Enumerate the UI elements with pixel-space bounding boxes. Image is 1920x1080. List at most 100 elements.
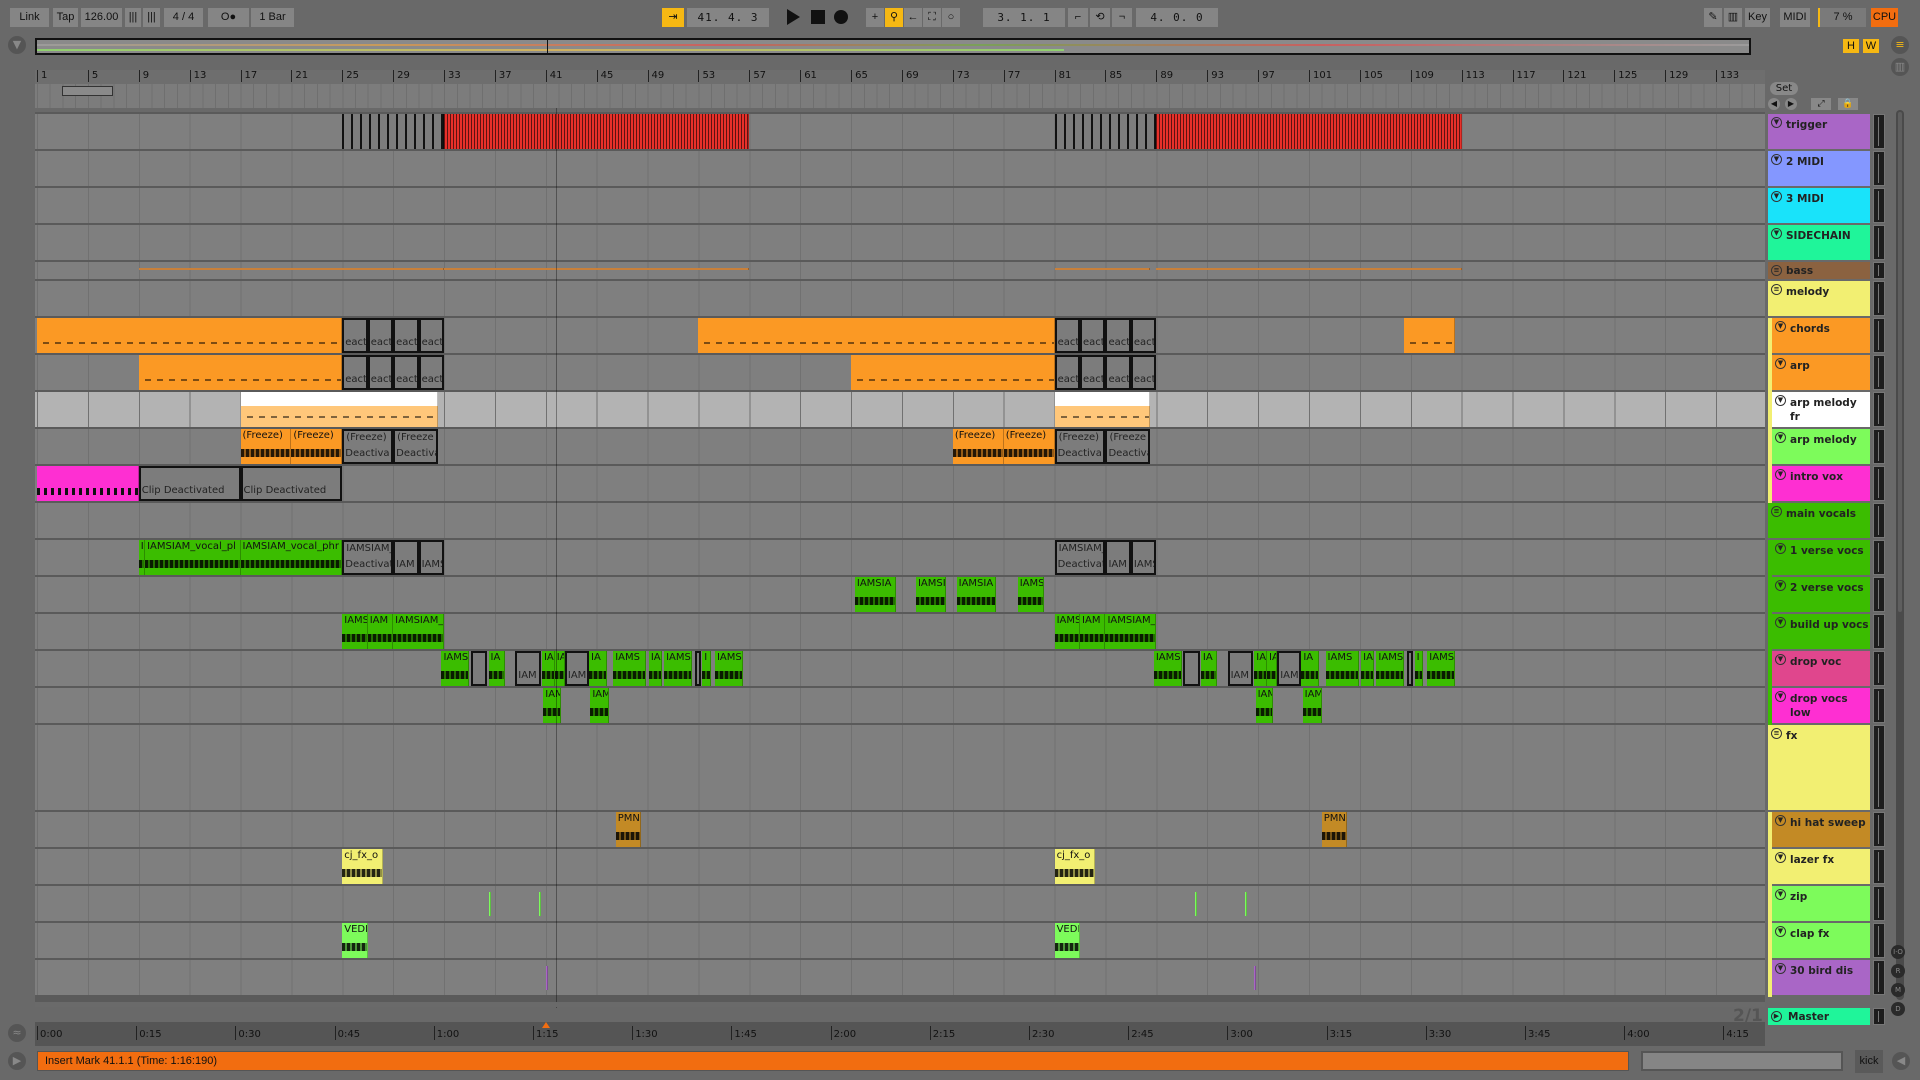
clip-marker[interactable] bbox=[1245, 892, 1248, 916]
clip[interactable]: IA bbox=[1200, 651, 1218, 686]
side-toggle-m[interactable]: M bbox=[1891, 983, 1905, 997]
punch-in-icon[interactable]: ⌐ bbox=[1068, 8, 1088, 27]
clip[interactable]: IAMS bbox=[1054, 614, 1081, 649]
beat-time-ruler[interactable]: 1 5 9 13 17 21 25 29 33 37 41 45 49 53 57 61 65 69 73 77 81 8… bbox=[35, 70, 1765, 84]
track-lane[interactable] bbox=[35, 886, 1765, 921]
deactivated-clip[interactable]: (Freeze Deactiva bbox=[393, 429, 438, 464]
previous-locator-icon[interactable]: ◀ bbox=[1768, 98, 1780, 110]
overdub-icon[interactable]: + bbox=[866, 8, 884, 27]
deactivated-clip[interactable]: eacti bbox=[1130, 318, 1157, 353]
deactivated-clip[interactable]: IAM bbox=[1277, 651, 1302, 686]
track-lane[interactable]: eacti eacti eacti eacti eacti eacti eacti eacti bbox=[35, 318, 1765, 353]
view-switch-session-icon[interactable]: ▥ bbox=[1891, 58, 1909, 76]
track-lane[interactable] bbox=[35, 503, 1765, 538]
deactivated-clip[interactable]: IAM bbox=[1105, 540, 1131, 575]
deactivated-clip[interactable]: (Freeze) Deactiva bbox=[1054, 429, 1106, 464]
clip[interactable]: IAMS bbox=[1376, 651, 1405, 686]
track-fold-icon[interactable]: ▼ bbox=[1775, 654, 1786, 665]
view-switch-arrangement-icon[interactable]: ≡ bbox=[1891, 36, 1909, 54]
info-view-toggle-icon[interactable]: ▶ bbox=[8, 1052, 26, 1070]
track-header-arp-melody-fr[interactable]: ▼ arp melody fr bbox=[1772, 392, 1870, 427]
track-lane[interactable]: VEDI VEDI bbox=[35, 923, 1765, 958]
clip[interactable]: PMN bbox=[1321, 812, 1348, 847]
deactivated-clip[interactable]: IAM bbox=[515, 651, 541, 686]
waveform-zoom-icon[interactable]: ≈ bbox=[8, 1024, 26, 1042]
clip[interactable]: I bbox=[1414, 651, 1424, 686]
clip[interactable]: IAMSIAM_ bbox=[1105, 614, 1157, 649]
automation-arm-icon[interactable]: ⚲ bbox=[885, 8, 903, 27]
deactivated-clip[interactable]: (Freeze) Deactiva bbox=[342, 429, 394, 464]
track-lane[interactable] bbox=[35, 225, 1765, 260]
track-fold-icon[interactable]: ▼ bbox=[1771, 228, 1782, 239]
track-header-melody[interactable]: ≡ melody bbox=[1768, 281, 1870, 316]
track-fold-icon[interactable]: ▼ bbox=[1775, 815, 1786, 826]
clip-marker[interactable] bbox=[1254, 966, 1257, 990]
clip[interactable]: IA bbox=[1267, 651, 1278, 686]
track-header-intro-vox[interactable]: ▼ intro vox bbox=[1772, 466, 1870, 501]
track-lane[interactable] bbox=[35, 725, 1765, 810]
clip[interactable]: PMN bbox=[615, 812, 642, 847]
clip[interactable] bbox=[37, 466, 139, 501]
clip[interactable]: IA bbox=[488, 651, 506, 686]
clip[interactable]: IAMSIA bbox=[956, 577, 997, 612]
deactivated-clip[interactable]: eacti bbox=[1080, 318, 1106, 353]
clip[interactable] bbox=[851, 355, 1055, 390]
clip[interactable]: I bbox=[702, 651, 712, 686]
side-toggle-d[interactable]: D bbox=[1891, 1002, 1905, 1016]
clip-marker[interactable] bbox=[539, 892, 542, 916]
clip[interactable] bbox=[1404, 318, 1456, 353]
clip[interactable]: IAMS bbox=[1153, 651, 1182, 686]
group-fold-icon[interactable]: ≡ bbox=[1771, 284, 1782, 295]
track-header-clap-fx[interactable]: ▼ clap fx bbox=[1772, 923, 1870, 958]
loop-brace[interactable] bbox=[62, 86, 114, 96]
track-fold-icon[interactable]: ▼ bbox=[1775, 395, 1786, 406]
clip[interactable]: IAMS bbox=[714, 651, 743, 686]
deactivated-clip[interactable]: eacti bbox=[418, 355, 445, 390]
clip[interactable]: IAMSIAM_vocal_pl bbox=[145, 540, 241, 575]
time-signature-field[interactable]: 4 / 4 bbox=[164, 8, 203, 27]
track-lane[interactable] bbox=[35, 151, 1765, 186]
group-fold-icon[interactable]: ≡ bbox=[1771, 728, 1782, 739]
track-header-chords[interactable]: ▼ chords bbox=[1772, 318, 1870, 353]
deactivated-clip[interactable]: IAMSIAM_ Deactivat bbox=[342, 540, 394, 575]
deactivated-clip[interactable] bbox=[1183, 651, 1200, 686]
clip[interactable]: IAMS bbox=[1427, 651, 1456, 686]
track-lane[interactable]: IAMSIAIAMIAIAIAMIAIAMSIAIAMSIIAMSIAMSIAI… bbox=[35, 651, 1765, 686]
deactivated-clip[interactable] bbox=[1054, 114, 1157, 149]
deactivated-clip[interactable] bbox=[694, 651, 701, 686]
deactivated-clip[interactable] bbox=[470, 651, 488, 686]
clip[interactable]: IAMS bbox=[1017, 577, 1045, 612]
track-lane[interactable] bbox=[35, 114, 1765, 149]
deactivated-clip[interactable]: eacti bbox=[1054, 318, 1081, 353]
side-toggle-io[interactable]: I·O bbox=[1891, 945, 1905, 959]
tempo-field[interactable]: 126.00 bbox=[81, 8, 122, 27]
track-header-2-verse-vocs[interactable]: ▼ 2 verse vocs bbox=[1772, 577, 1870, 612]
clip[interactable]: IAM bbox=[367, 614, 394, 649]
clip[interactable] bbox=[1156, 114, 1462, 149]
deactivated-clip[interactable]: eacti bbox=[1130, 355, 1157, 390]
track-lane[interactable] bbox=[35, 262, 1765, 279]
track-header-1-verse-vocs[interactable]: ▼ 1 verse vocs bbox=[1772, 540, 1870, 575]
track-lane[interactable]: IAMSIA IAMSI IAMSIA IAMS bbox=[35, 577, 1765, 612]
nudge-up-icon[interactable]: ||| bbox=[143, 8, 160, 27]
track-fold-icon[interactable]: ▼ bbox=[1771, 117, 1782, 128]
track-header-arp-melody[interactable]: ▼ arp melody bbox=[1772, 429, 1870, 464]
clip[interactable]: IA bbox=[648, 651, 662, 686]
track-fold-icon[interactable]: ▼ bbox=[1775, 580, 1786, 591]
detail-view-toggle-icon[interactable]: ◀ bbox=[1892, 1052, 1910, 1070]
track-header-30-bird-dis[interactable]: ▼ 30 bird dis bbox=[1772, 960, 1870, 995]
track-fold-icon[interactable]: ▼ bbox=[1775, 691, 1786, 702]
vertical-scrollbar[interactable] bbox=[1896, 110, 1904, 1000]
fit-width-button[interactable]: W bbox=[1863, 39, 1879, 53]
lock-icon[interactable]: 🔒 bbox=[1838, 98, 1858, 110]
clip[interactable] bbox=[1054, 392, 1150, 427]
deactivated-clip[interactable]: eacti bbox=[1080, 355, 1106, 390]
track-fold-icon[interactable]: ▼ bbox=[1775, 852, 1786, 863]
deactivated-clip[interactable]: IAMS bbox=[1130, 540, 1157, 575]
track-fold-icon[interactable]: ▼ bbox=[1775, 889, 1786, 900]
clip[interactable]: IAM bbox=[1302, 688, 1322, 723]
capture-icon[interactable]: ⛶ bbox=[923, 8, 941, 27]
track-fold-icon[interactable]: ▼ bbox=[1775, 432, 1786, 443]
clip[interactable] bbox=[240, 392, 438, 427]
clip[interactable]: IAMS bbox=[441, 651, 470, 686]
